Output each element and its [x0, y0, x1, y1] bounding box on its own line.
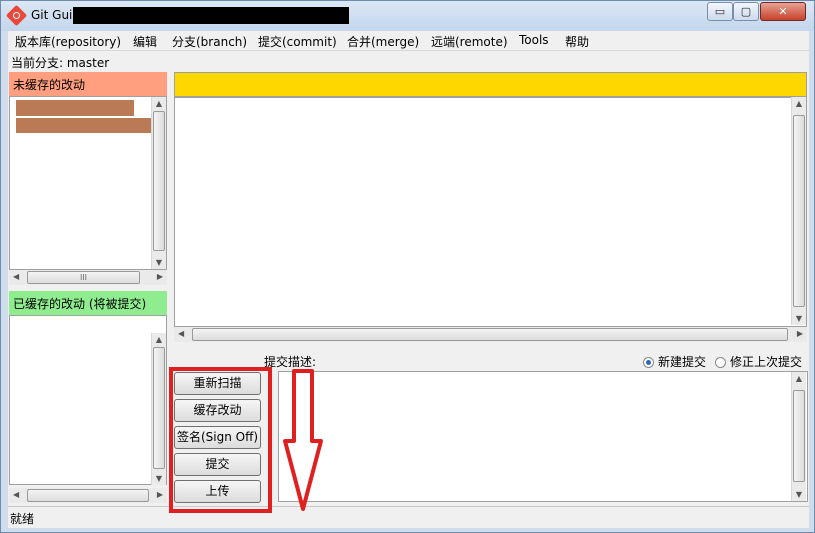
current-branch-label: 当前分支: master: [11, 56, 110, 70]
scroll-thumb[interactable]: [27, 489, 149, 502]
scroll-down-icon[interactable]: ▼: [152, 474, 166, 483]
annotation-highlight-box: [169, 367, 272, 513]
annotation-down-arrow-icon: [283, 369, 323, 511]
radio-selected-icon[interactable]: [643, 357, 654, 368]
diff-horizontal-scrollbar[interactable]: ◀ ▶: [174, 327, 807, 342]
menu-help[interactable]: 帮助: [565, 33, 589, 50]
menu-merge[interactable]: 合并(merge): [347, 33, 419, 50]
scroll-up-icon[interactable]: ▲: [792, 374, 806, 383]
minimize-button[interactable]: ▭: [707, 2, 733, 21]
scroll-thumb[interactable]: [192, 328, 788, 341]
diff-view[interactable]: [174, 97, 807, 327]
scroll-left-icon[interactable]: ◀: [13, 488, 19, 503]
staged-vertical-scrollbar[interactable]: ▲ ▼: [151, 333, 166, 485]
menu-commit[interactable]: 提交(commit): [258, 33, 337, 50]
scroll-up-icon[interactable]: ▲: [152, 99, 166, 108]
git-gui-window: Git Gui ▭ ▢ ✕ 版本库(repository) 编辑 分支(bran…: [0, 0, 815, 533]
client-area: 版本库(repository) 编辑 分支(branch) 提交(commit)…: [8, 31, 809, 528]
redacted-file-entry[interactable]: [16, 118, 153, 133]
menu-tools[interactable]: Tools: [519, 33, 549, 47]
amend-commit-label: 修正上次提交: [730, 355, 803, 369]
redacted-title-path: [73, 7, 349, 24]
scroll-down-icon[interactable]: ▼: [152, 258, 166, 267]
scroll-thumb[interactable]: [153, 111, 165, 251]
window-title: Git Gui: [31, 8, 73, 22]
scroll-left-icon[interactable]: ◀: [13, 270, 19, 285]
status-bar: 就绪: [8, 506, 809, 528]
git-logo-icon: [5, 4, 28, 27]
scroll-thumb[interactable]: [793, 115, 805, 307]
unstaged-horizontal-scrollbar[interactable]: ◀ III ▶: [9, 270, 167, 285]
menu-edit[interactable]: 编辑: [133, 33, 157, 50]
staged-horizontal-scrollbar[interactable]: ◀ ▶: [9, 488, 167, 503]
scroll-thumb[interactable]: [793, 390, 805, 482]
scroll-right-icon[interactable]: ▶: [157, 270, 163, 285]
scroll-up-icon[interactable]: ▲: [792, 99, 806, 108]
diff-vertical-scrollbar[interactable]: ▲ ▼: [791, 97, 806, 325]
unstaged-vertical-scrollbar[interactable]: ▲ ▼: [151, 97, 166, 269]
staged-file-list[interactable]: [9, 315, 167, 485]
new-commit-label: 新建提交: [658, 355, 707, 369]
close-button[interactable]: ✕: [760, 2, 806, 21]
commit-vertical-scrollbar[interactable]: ▲ ▼: [791, 372, 806, 501]
amend-commit-radio[interactable]: 修正上次提交: [715, 353, 802, 370]
scroll-down-icon[interactable]: ▼: [792, 490, 806, 499]
unstaged-file-list[interactable]: [9, 96, 167, 270]
scroll-thumb[interactable]: [153, 347, 165, 469]
new-commit-radio[interactable]: 新建提交: [643, 353, 706, 370]
scroll-up-icon[interactable]: ▲: [152, 335, 166, 344]
title-bar: Git Gui ▭ ▢ ✕: [1, 1, 814, 31]
scroll-right-icon[interactable]: ▶: [797, 327, 803, 342]
unstaged-changes-header: 未缓存的改动: [9, 72, 167, 96]
menu-repository[interactable]: 版本库(repository): [15, 33, 121, 50]
scroll-thumb[interactable]: III: [27, 271, 140, 284]
menu-bar: 版本库(repository) 编辑 分支(branch) 提交(commit)…: [8, 31, 809, 51]
scroll-down-icon[interactable]: ▼: [792, 314, 806, 323]
commit-message-input[interactable]: [278, 371, 808, 502]
scroll-right-icon[interactable]: ▶: [157, 488, 163, 503]
menu-remote[interactable]: 远端(remote): [431, 33, 508, 50]
menu-branch[interactable]: 分支(branch): [172, 33, 247, 50]
diff-file-header: [174, 72, 807, 97]
maximize-button[interactable]: ▢: [733, 2, 759, 21]
redacted-file-entry[interactable]: [16, 100, 134, 116]
radio-unselected-icon[interactable]: [715, 357, 726, 368]
scroll-left-icon[interactable]: ◀: [178, 327, 184, 342]
staged-changes-header: 已缓存的改动 (将被提交): [9, 291, 167, 315]
